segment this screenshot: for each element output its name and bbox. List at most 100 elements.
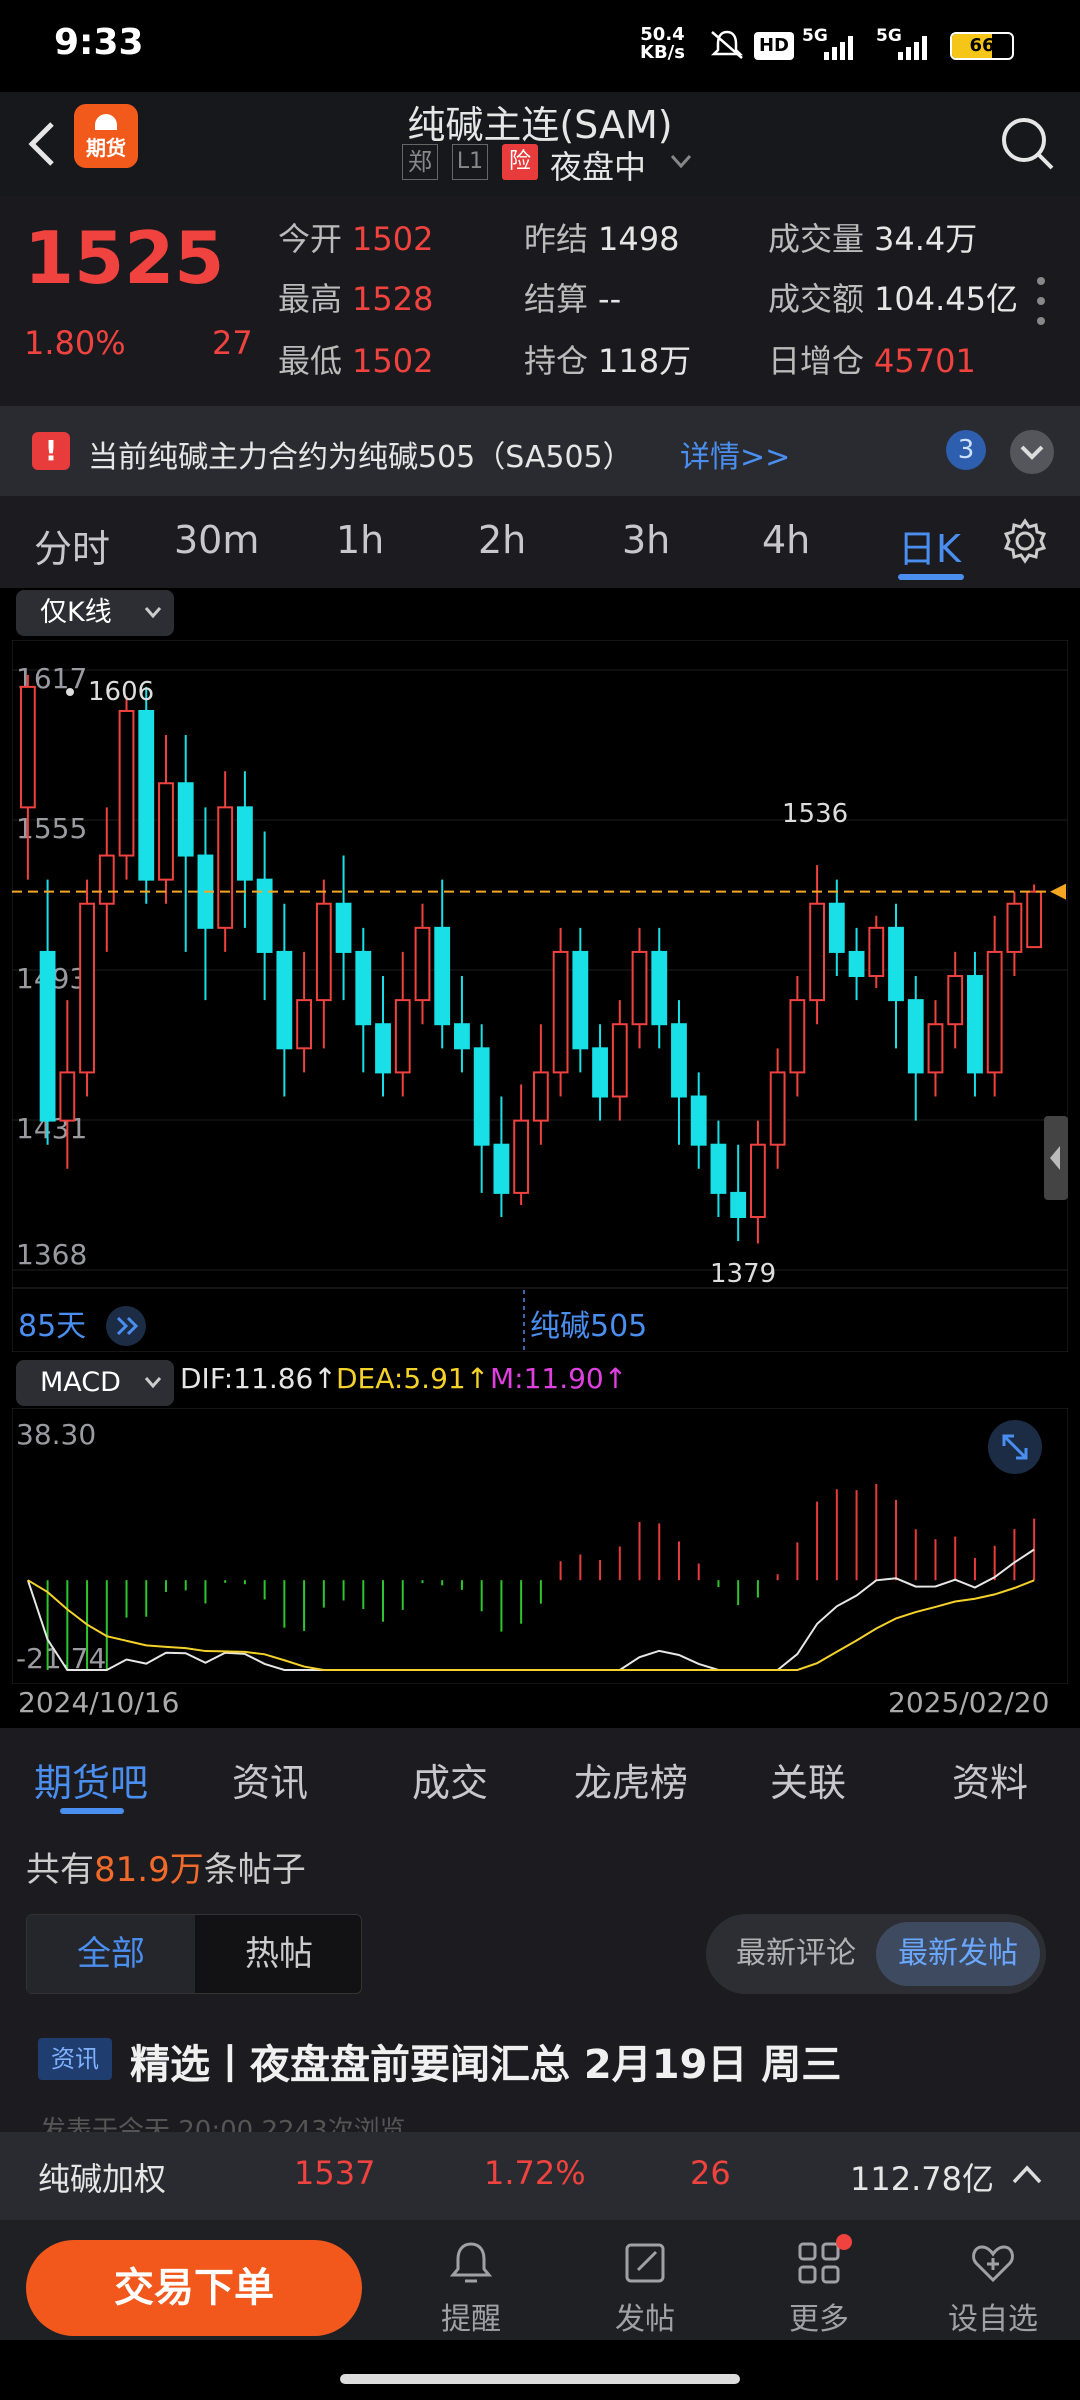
kline-mode-label: 仅K线 [40, 597, 112, 628]
header-bar: 期货 纯碱主连(SAM) 郑 L1 险 夜盘中 [0, 92, 1080, 196]
sort-latest-comment[interactable]: 最新评论 [716, 1914, 876, 1994]
candle-body [473, 1047, 490, 1146]
bottom-nav: 交易下单 提醒 发帖 更多 设自选 [0, 2220, 1080, 2340]
candle-body [572, 950, 589, 1050]
home-indicator[interactable] [340, 2374, 740, 2384]
candle-body [710, 1143, 727, 1194]
nav-watchlist-label: 设自选 [948, 2302, 1038, 2337]
notice-detail-link[interactable]: 详情>> [680, 432, 790, 476]
period-tab[interactable]: 3h [622, 518, 670, 562]
period-tab[interactable]: 1h [336, 518, 384, 562]
chevron-down-icon [144, 1377, 162, 1389]
edit-icon [625, 2243, 665, 2283]
date-start: 2024/10/16 [18, 1686, 180, 1719]
macd-chart[interactable]: 38.30-21.74 [12, 1408, 1068, 1684]
info-tab[interactable]: 关联 [770, 1752, 846, 1807]
quote-field: 最高 1528 [278, 274, 433, 320]
nav-alert[interactable]: 提醒 [416, 2220, 526, 2338]
candle-body [749, 1143, 766, 1218]
weighted-index-row[interactable]: 纯碱加权 1537 1.72% 26 112.78亿 [0, 2132, 1080, 2220]
weighted-name: 纯碱加权 [38, 2160, 167, 2198]
fullscreen-expand-icon[interactable] [988, 1420, 1042, 1474]
kline-mode-select[interactable]: 仅K线 [16, 590, 174, 636]
weighted-change: 26 [690, 2154, 731, 2192]
quote-field-label: 最低 [278, 342, 343, 380]
kline-chart[interactable]: 1617155514931431136816061536137985天纯碱505 [12, 640, 1068, 1352]
expand-chevron-icon[interactable] [1010, 430, 1054, 474]
period-tab[interactable]: 分时 [34, 518, 110, 573]
quote-field-value: -- [598, 280, 622, 318]
session-status[interactable]: 夜盘中 [550, 142, 646, 188]
quote-field-value: 104.45亿 [874, 280, 1018, 318]
level-badge: L1 [452, 144, 488, 180]
more-vertical-icon[interactable] [1036, 276, 1046, 326]
candle-body [39, 950, 56, 1122]
signal-icon-1 [802, 34, 862, 62]
quote-field: 持仓 118万 [524, 336, 691, 382]
sort-latest-post[interactable]: 最新发帖 [876, 1922, 1040, 1986]
nav-watchlist[interactable]: 设自选 [938, 2220, 1048, 2338]
info-tab[interactable]: 成交 [412, 1752, 488, 1807]
nav-post[interactable]: 发帖 [590, 2220, 700, 2338]
quote-field-value: 1528 [352, 280, 434, 318]
post-title[interactable]: 精选丨夜盘盘前要闻汇总 2月19日 周三 [130, 2032, 841, 2090]
post-tag: 资讯 [38, 2038, 112, 2080]
candle-body [986, 950, 1003, 1074]
clock: 9:33 [54, 22, 144, 63]
period-tab[interactable]: 4h [762, 518, 810, 562]
trade-order-button[interactable]: 交易下单 [26, 2240, 362, 2336]
settings-gear-icon[interactable] [1000, 516, 1050, 566]
high-marker [66, 688, 74, 696]
page-title: 纯碱主连(SAM) [407, 103, 673, 147]
info-tab[interactable]: 龙虎榜 [574, 1752, 688, 1807]
indicator-label: MACD [40, 1367, 121, 1398]
quote-field: 成交量 34.4万 [768, 214, 977, 260]
candle-body [552, 950, 569, 1074]
change-percent: 1.80% [24, 324, 126, 362]
y-axis-label: 1555 [16, 812, 87, 845]
candle-body [256, 878, 273, 953]
chevron-up-icon[interactable] [1010, 2160, 1044, 2190]
period-tab[interactable]: 30m [174, 518, 259, 562]
weighted-amount: 112.78亿 [850, 2160, 994, 2198]
chevron-down-icon[interactable] [668, 152, 694, 172]
date-end: 2025/02/20 [888, 1686, 1050, 1719]
info-tab[interactable]: 资讯 [232, 1752, 308, 1807]
candle-body [236, 806, 253, 881]
candle-body [79, 902, 95, 1074]
candle-body [967, 975, 983, 1074]
filter-hot-tab[interactable]: 热帖 [195, 1915, 363, 1993]
quote-field-value: 45701 [874, 342, 976, 380]
period-tab[interactable]: 日K [898, 518, 964, 580]
nav-more-label: 更多 [789, 2302, 849, 2337]
search-icon[interactable] [998, 114, 1058, 174]
quote-field-label: 最高 [278, 280, 343, 318]
high-label: 1606 [88, 677, 154, 707]
info-tab[interactable]: 期货吧 [34, 1752, 148, 1814]
signal-icon-2 [876, 34, 936, 62]
period-tab[interactable]: 2h [478, 518, 526, 562]
candle-body [651, 950, 668, 1026]
filter-all-tab[interactable]: 全部 [27, 1915, 195, 1993]
heart-plus-icon [972, 2245, 1014, 2283]
last-price: 1525 [24, 216, 225, 300]
candle-body [789, 999, 806, 1074]
candle-body [631, 950, 648, 1026]
chart-side-handle[interactable] [1044, 1116, 1068, 1200]
main-contract-notice[interactable]: ! 当前纯碱主力合约为纯碱505（SA505） 详情>> 3 [0, 406, 1080, 496]
quote-panel: 1525 1.80% 27 今开 1502 昨结 1498 成交量 34.4万 最高 1528… [0, 196, 1080, 406]
indicator-select[interactable]: MACD [16, 1360, 174, 1406]
candle-body [690, 1095, 707, 1146]
y-axis-label: 1368 [16, 1238, 87, 1271]
nav-more[interactable]: 更多 [764, 2220, 874, 2338]
bell-icon [449, 2242, 493, 2283]
kline-frame [12, 640, 1068, 1352]
info-tab[interactable]: 资料 [952, 1752, 1028, 1807]
macd-ymax-label: 38.30 [16, 1418, 96, 1451]
macd-m: M:11.90↑ [490, 1362, 628, 1395]
notification-dot [836, 2234, 852, 2250]
candle-body [907, 999, 924, 1074]
notice-text: 当前纯碱主力合约为纯碱505（SA505） [88, 440, 633, 475]
quote-field-value: 1498 [598, 220, 680, 258]
sort-toggle: 最新评论 最新发帖 [706, 1914, 1046, 1994]
